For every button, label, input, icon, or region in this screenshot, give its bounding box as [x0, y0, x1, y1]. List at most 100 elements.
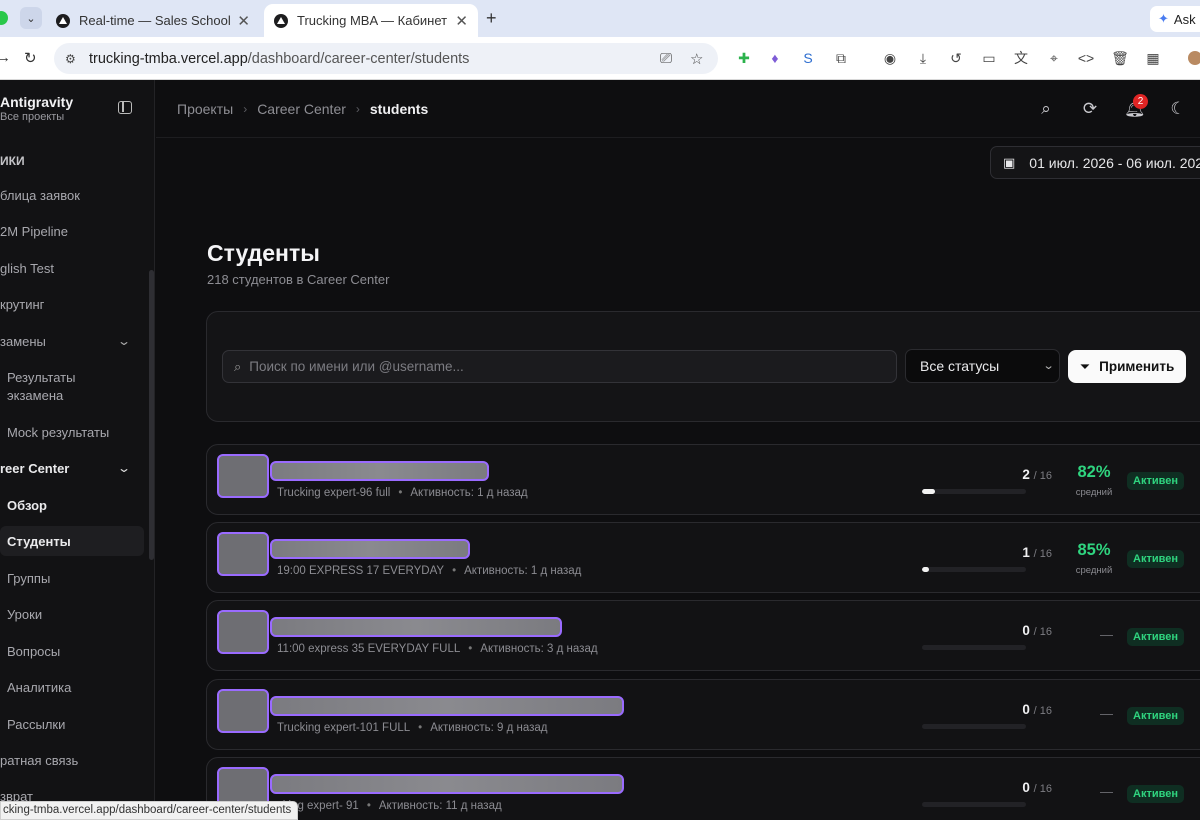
student-row[interactable]: 19:00 EXPRESS 17 EVERYDAY • Активность: 1 … — [206, 522, 1200, 593]
sidebar-item-mock-results[interactable]: Mock результаты — [7, 425, 109, 440]
avatar[interactable] — [217, 610, 269, 654]
extension-flame-icon[interactable]: ♦ — [766, 49, 784, 67]
progress-bar — [922, 802, 1026, 807]
layout-icon[interactable]: ▦ — [1144, 49, 1162, 67]
date-range-picker[interactable]: ▣ 01 июл. 2026 - 06 июл. 2026 — [990, 146, 1200, 179]
tab-title: Real-time — Sales School — [79, 13, 231, 28]
sidebar-scrollbar[interactable] — [149, 270, 154, 560]
url-host: trucking-tmba.vercel.app — [89, 50, 248, 67]
url-text: trucking-tmba.vercel.app/dashboard/caree… — [89, 51, 469, 67]
sidebar-item-recruiting[interactable]: крутинг — [0, 297, 44, 312]
student-name-redacted[interactable] — [270, 774, 624, 794]
breadcrumb-current: students — [369, 101, 429, 117]
search-input[interactable] — [249, 359, 850, 374]
student-row[interactable]: Trucking expert-96 full • Активность: 1 д … — [206, 444, 1200, 515]
trash-icon[interactable]: 🗑 — [1111, 49, 1129, 67]
code-icon[interactable]: <> — [1077, 49, 1095, 67]
sidebar-item-lessons[interactable]: Уроки — [7, 607, 42, 622]
profile-avatar[interactable] — [1188, 51, 1200, 65]
extension-plus-icon[interactable]: ✚ — [735, 49, 753, 67]
sidebar-toggle-icon[interactable] — [118, 101, 132, 114]
sidebar-item-career-center[interactable]: reer Center — [0, 461, 69, 476]
student-activity: Активность: 1 д назад — [410, 487, 528, 499]
lessons-done: 0 — [1022, 780, 1030, 795]
sidebar-item-questions[interactable]: Вопросы — [7, 644, 60, 659]
tab-search-dropdown[interactable]: ⌄ — [20, 7, 42, 29]
lessons-total: / 16 — [1033, 548, 1052, 560]
average-score-empty: — — [1100, 784, 1113, 799]
sidebar-item-exam-results[interactable]: Результаты — [7, 370, 75, 385]
student-name-redacted[interactable] — [270, 461, 489, 481]
sidebar-item-analytics[interactable]: Аналитика — [7, 680, 71, 695]
search-box[interactable]: ⌕ — [222, 350, 897, 383]
student-name-redacted[interactable] — [270, 696, 624, 716]
sidebar-item-exam-results-line2[interactable]: экзамена — [7, 388, 63, 403]
ask-gemini-button[interactable]: ✦ Ask — [1150, 6, 1200, 32]
sidebar-item-applications-table[interactable]: блица заявок — [0, 188, 80, 203]
url-path: /dashboard/career-center/students — [247, 50, 470, 67]
separator-dot: • — [366, 800, 371, 812]
sidebar-item-exams[interactable]: замены — [0, 334, 46, 349]
translate-icon[interactable]: 文 — [1012, 49, 1030, 67]
close-icon[interactable]: ✕ — [237, 12, 250, 30]
breadcrumb-projects[interactable]: Проекты — [177, 101, 233, 117]
refresh-icon[interactable]: ⟳ — [1080, 99, 1100, 119]
new-tab-button[interactable]: + — [486, 8, 497, 29]
extension-s-icon[interactable]: S — [799, 49, 817, 67]
browser-status-url: cking-tmba.vercel.app/dashboard/career-c… — [0, 801, 299, 820]
separator-dot: • — [398, 487, 403, 499]
student-activity: Активность: 11 д назад — [378, 800, 502, 812]
sidebar-item-overview[interactable]: Обзор — [7, 498, 47, 513]
apply-filter-button[interactable]: ⏷ Применить — [1068, 350, 1186, 383]
install-app-icon[interactable]: ⎚ — [660, 50, 672, 67]
sidebar-item-crm-pipeline[interactable]: 2M Pipeline — [0, 224, 68, 239]
bookmark-star-icon[interactable]: ☆ — [690, 50, 703, 68]
avatar[interactable] — [217, 454, 269, 498]
download-icon[interactable]: ⤓ — [914, 49, 932, 67]
progress-bar-fill — [922, 489, 935, 494]
student-row[interactable]: 11:00 express 35 EVERYDAY FULL • Активност… — [206, 600, 1200, 671]
location-pin-icon[interactable]: ⌖ — [1045, 49, 1063, 67]
sidebar-item-students[interactable]: Студенты — [7, 534, 71, 549]
student-activity: Активность: 9 д назад — [430, 722, 548, 734]
extensions-puzzle-icon[interactable]: ⧉ — [832, 49, 850, 67]
status-filter-select[interactable]: Все статусы ⌄ — [905, 349, 1060, 383]
sidebar-item-feedback[interactable]: ратная связь — [0, 753, 78, 768]
workspace-name[interactable]: Antigravity — [0, 94, 73, 110]
student-row[interactable]: Trucking expert-101 FULL • Активность: 9 д… — [206, 679, 1200, 750]
student-name-redacted[interactable] — [270, 617, 562, 637]
close-icon[interactable]: ✕ — [455, 12, 468, 30]
lessons-total: / 16 — [1033, 783, 1052, 795]
sidebar-item-groups[interactable]: Группы — [7, 571, 50, 586]
browser-tab-trucking-mba[interactable]: Trucking MBA — Кабинет ✕ — [264, 4, 478, 37]
student-row[interactable]: cking expert- 91 • Активность: 11 д назад 0… — [206, 757, 1200, 820]
chevron-down-icon[interactable]: ⌄ — [117, 461, 131, 475]
chevron-down-icon[interactable]: ⌄ — [117, 334, 131, 348]
site-settings-icon[interactable]: ⚙ — [65, 52, 81, 66]
window-zoom-button[interactable] — [0, 11, 8, 25]
chevron-down-icon: ⌄ — [1042, 360, 1055, 372]
student-activity: Активность: 3 д назад — [480, 643, 598, 655]
lessons-total: / 16 — [1033, 705, 1052, 717]
average-score: 85% — [1077, 541, 1111, 559]
search-icon[interactable]: ⌕ — [1036, 99, 1056, 119]
sidebar-item-mailings[interactable]: Рассылки — [7, 717, 65, 732]
workspace-sub[interactable]: Все проекты — [0, 111, 64, 123]
student-name-redacted[interactable] — [270, 539, 470, 559]
moon-theme-icon[interactable]: ☾ — [1168, 99, 1188, 119]
average-score-empty: — — [1100, 706, 1113, 721]
avatar[interactable] — [217, 689, 269, 733]
notification-count-badge: 2 — [1133, 94, 1148, 109]
screenshot-icon[interactable]: ◉ — [881, 49, 899, 67]
lesson-progress-count: 0 / 16 — [992, 780, 1052, 795]
avatar[interactable] — [217, 532, 269, 576]
history-icon[interactable]: ↺ — [947, 49, 965, 67]
breadcrumb-career-center[interactable]: Career Center — [257, 101, 346, 117]
address-bar[interactable]: ⚙ trucking-tmba.vercel.app/dashboard/car… — [54, 43, 718, 74]
reload-icon[interactable]: ↻ — [24, 49, 37, 67]
separator-dot: • — [468, 643, 473, 655]
forward-icon[interactable]: → — [0, 49, 11, 66]
devices-icon[interactable]: ▭ — [980, 49, 998, 67]
browser-tab-sales-school[interactable]: Real-time — Sales School ✕ — [46, 4, 260, 37]
sidebar-item-english-test[interactable]: glish Test — [0, 261, 54, 276]
